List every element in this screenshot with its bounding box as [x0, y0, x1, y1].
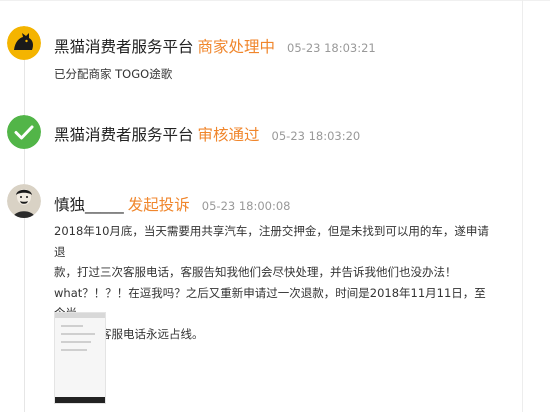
top-divider [0, 0, 550, 1]
entry-author: 黑猫消费者服务平台 [54, 38, 194, 56]
right-divider [522, 0, 523, 412]
entry-header: 黑猫消费者服务平台 审核通过 05-23 18:03:20 [54, 123, 360, 145]
entry-author: 黑猫消费者服务平台 [54, 126, 194, 144]
complaint-text: 2018年10月底，当天需要用共享汽车，注册交押金，但是未找到可以用的车，遂申请… [54, 221, 494, 344]
timeline-line [24, 36, 25, 412]
complaint-line: 款，打过三次客服电话，客服告知我他们会尽快处理，并告诉我他们也没办法！ [54, 265, 457, 279]
entry-status: 商家处理中 [197, 38, 276, 56]
entry-author[interactable]: 慎独_____ [54, 193, 124, 215]
complaint-line: what？！？！在逗我吗？之后又重新申请过一次退款，时间是2018年11月11日… [54, 285, 486, 321]
green-check-icon [7, 115, 41, 149]
entry-time: 05-23 18:03:21 [287, 41, 376, 55]
entry-header: 慎独_____ 发起投诉 05-23 18:00:08 [54, 193, 291, 215]
complaint-line: 未退还，客服电话永远占线。 [54, 326, 204, 341]
entry-time: 05-23 18:03:20 [271, 129, 361, 143]
complaint-line: 2018年10月底，当天需要用共享汽车，注册交押金，但是未找到可以用的车，遂申请… [54, 224, 489, 259]
screenshot-thumbnail-icon[interactable] [54, 312, 106, 404]
entry-status: 发起投诉 [127, 196, 190, 214]
user-avatar-icon[interactable] [7, 184, 41, 218]
entry-time: 05-23 18:00:08 [201, 199, 291, 213]
entry-status: 审核通过 [197, 126, 260, 144]
entry-header: 黑猫消费者服务平台 商家处理中 05-23 18:03:21 [54, 35, 376, 57]
entry-body: 已分配商家 TOGO途歌 [54, 67, 173, 81]
black-cat-logo-icon [7, 26, 41, 60]
